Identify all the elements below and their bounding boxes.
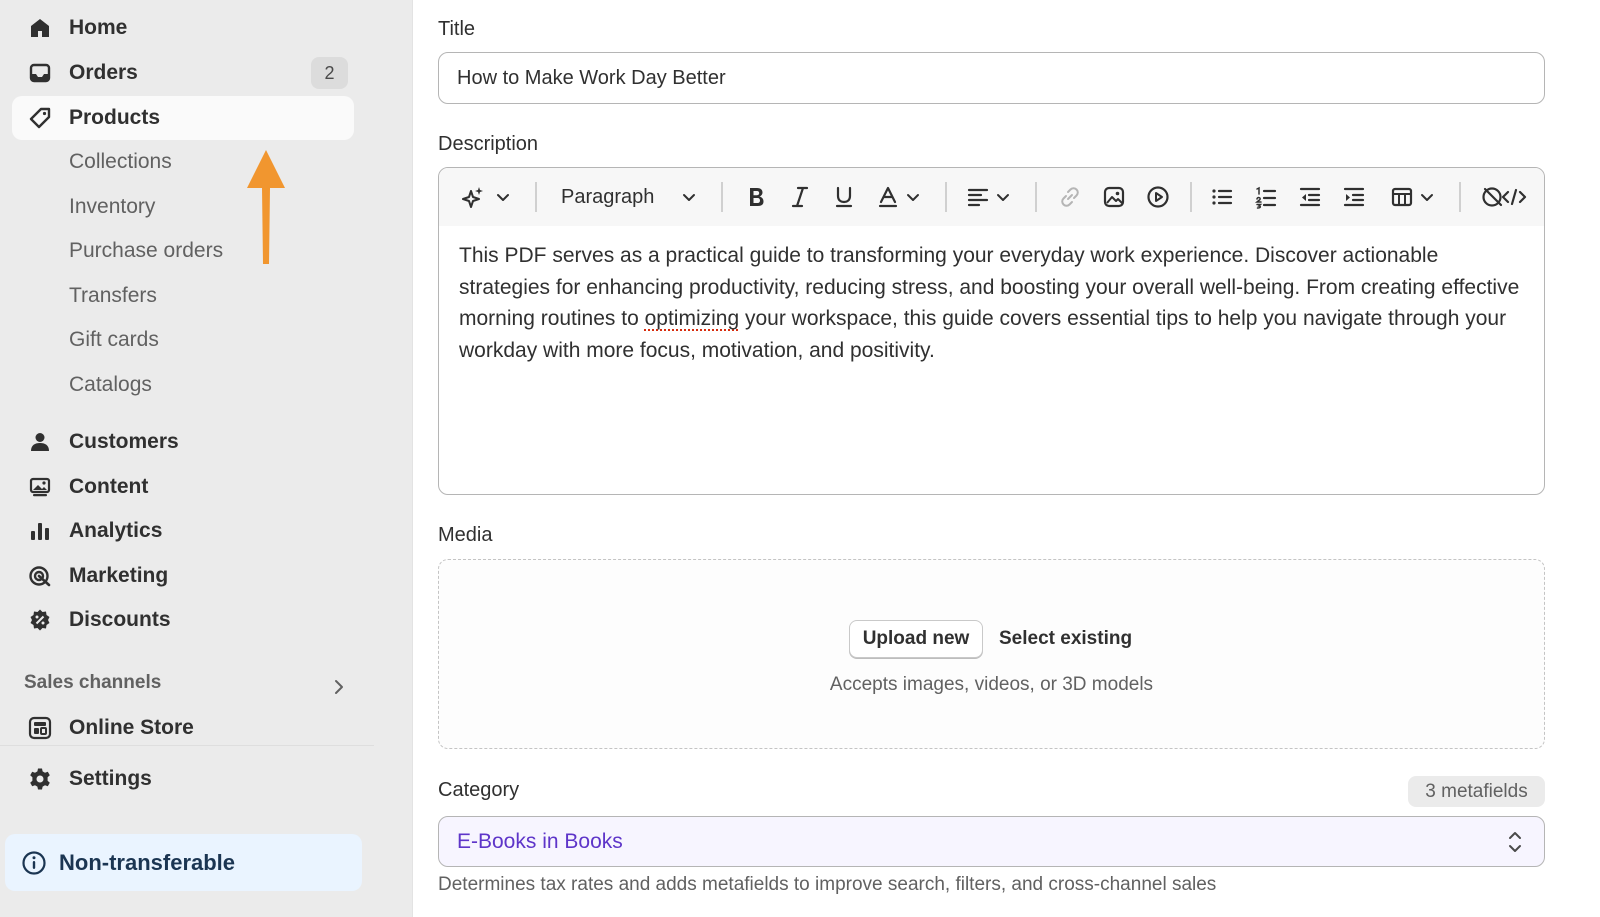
tag-icon [28,106,52,130]
sidebar-item-products[interactable]: Products [12,96,354,140]
annotation-arrow-icon [247,150,285,264]
chevron-down-icon[interactable] [993,182,1013,212]
sidebar-item-label: Collections [69,150,172,173]
sidebar-item-settings[interactable]: Settings [12,757,354,801]
title-label: Title [438,18,476,40]
chevron-right-icon[interactable] [330,678,348,696]
gear-icon [28,767,52,791]
category-hint: Determines tax rates and adds metafields… [438,874,1217,895]
title-input[interactable] [438,52,1545,104]
sidebar-item-purchase-orders[interactable]: Purchase orders [12,229,354,273]
ai-sparkle-icon[interactable] [459,182,489,212]
non-transferable-banner[interactable]: Non-transferable [5,834,362,891]
text-color-icon[interactable] [873,182,903,212]
sidebar-item-label: Customers [69,430,179,453]
sidebar-item-label: Settings [69,767,152,790]
description-label: Description [438,133,539,155]
banner-label: Non-transferable [59,849,236,875]
editor-toolbar: Paragraph [439,168,1544,226]
underline-icon[interactable] [829,182,859,212]
sidebar-item-label: Gift cards [69,328,159,351]
sidebar-item-label: Transfers [69,284,157,307]
category-label: Category [438,779,520,801]
toolbar-divider [945,182,947,212]
sidebar-item-transfers[interactable]: Transfers [12,274,354,318]
indent-icon[interactable] [1339,182,1369,212]
sidebar-item-customers[interactable]: Customers [12,420,354,464]
sidebar-item-label: Products [69,106,161,129]
select-existing-button[interactable]: Select existing [999,620,1132,658]
orders-count-badge: 2 [311,57,348,89]
sales-channels-heading: Sales channels [24,672,162,693]
toolbar-divider [535,182,537,212]
sidebar-item-label: Content [69,475,149,498]
chevron-down-icon[interactable] [903,182,923,212]
show-html-icon[interactable] [1479,182,1529,212]
sidebar-item-analytics[interactable]: Analytics [12,509,354,553]
numbered-list-icon[interactable] [1251,182,1281,212]
sidebar-item-content[interactable]: Content [12,465,354,509]
table-icon[interactable] [1387,182,1417,212]
media-label: Media [438,524,493,546]
sidebar-item-label: Marketing [69,564,169,587]
person-icon [28,430,52,454]
chevron-down-icon[interactable] [493,182,513,212]
sidebar-item-label: Purchase orders [69,239,224,262]
toolbar-divider [1459,182,1461,212]
sidebar-item-label: Orders [69,61,138,84]
bar-chart-icon [28,519,52,543]
sidebar-item-label: Discounts [69,608,171,631]
sidebar-item-inventory[interactable]: Inventory [12,185,354,229]
description-editor[interactable]: Paragraph This PDF serves as a practical… [438,167,1545,495]
media-hint: Accepts images, videos, or 3D models [829,674,1154,695]
sidebar-item-gift-cards[interactable]: Gift cards [12,318,354,362]
bulleted-list-icon[interactable] [1207,182,1237,212]
sidebar-item-collections[interactable]: Collections [12,140,354,184]
image-icon [28,475,52,499]
sidebar-item-online-store[interactable]: Online Store [12,706,354,750]
misspelled-word[interactable]: optimizing [645,307,740,330]
category-select[interactable]: E-Books in Books [438,816,1545,867]
sidebar-item-catalogs[interactable]: Catalogs [12,363,354,407]
target-icon [28,564,52,588]
product-form: Title Description Paragraph [412,0,1600,917]
sidebar: Home Orders 2 Products Collections Inven… [0,0,374,917]
category-value: E-Books in Books [457,829,623,853]
sidebar-item-discounts[interactable]: Discounts [12,598,354,642]
metafields-badge[interactable]: 3 metafields [1408,776,1545,807]
home-icon [28,16,52,40]
discount-icon [28,608,52,632]
outdent-icon[interactable] [1295,182,1325,212]
store-icon [28,716,52,740]
sidebar-item-home[interactable]: Home [12,6,354,50]
sidebar-item-label: Inventory [69,195,156,218]
toolbar-divider [721,182,723,212]
upload-new-button[interactable]: Upload new [849,620,983,658]
sidebar-item-label: Analytics [69,519,163,542]
info-icon [21,850,47,876]
link-icon[interactable] [1055,182,1085,212]
toolbar-divider [1035,182,1037,212]
sidebar-item-label: Home [69,16,128,39]
sidebar-item-marketing[interactable]: Marketing [12,554,354,598]
sidebar-item-label: Catalogs [69,373,152,396]
italic-icon[interactable] [785,182,815,212]
sidebar-divider [0,745,374,746]
toolbar-divider [1190,182,1192,212]
description-text[interactable]: This PDF serves as a practical guide to … [459,240,1529,366]
insert-image-icon[interactable] [1099,182,1129,212]
insert-video-icon[interactable] [1143,182,1173,212]
bold-icon[interactable] [741,182,771,212]
align-left-icon[interactable] [963,182,993,212]
media-dropzone[interactable]: Upload new Select existing Accepts image… [438,559,1545,749]
chevron-down-icon[interactable] [679,182,699,212]
paragraph-style-select[interactable]: Paragraph [561,182,654,212]
sidebar-item-orders[interactable]: Orders 2 [12,51,354,95]
chevron-down-icon[interactable] [1417,182,1437,212]
inbox-icon [28,61,52,85]
select-chevron-icon [1506,829,1524,860]
sidebar-item-label: Online Store [69,716,194,739]
